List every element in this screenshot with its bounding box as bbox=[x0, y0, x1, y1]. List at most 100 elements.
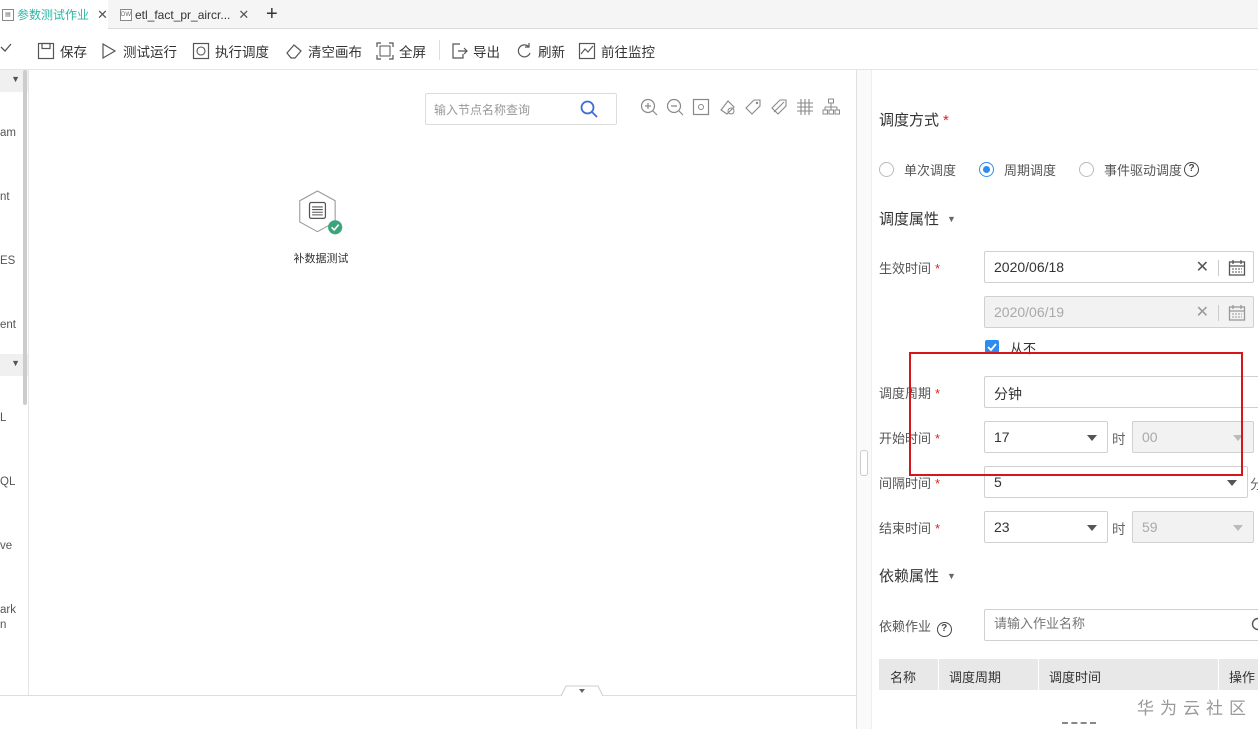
toolbar-divider bbox=[439, 40, 440, 60]
close-icon[interactable]: ✕ bbox=[97, 7, 108, 23]
chevron-down-icon bbox=[1227, 480, 1237, 486]
chevron-down-icon bbox=[1233, 525, 1243, 531]
schedule-period-select[interactable]: 分钟 bbox=[984, 376, 1258, 408]
help-icon[interactable]: ? bbox=[936, 622, 952, 637]
export-button[interactable]: 导出 bbox=[450, 38, 500, 64]
panel-splitter[interactable] bbox=[856, 70, 872, 729]
clear-icon[interactable]: ✕ bbox=[1196, 257, 1209, 277]
job-icon: ▤ bbox=[2, 8, 14, 21]
tab-bar: ▤ 参数测试作业 ✕ DW etl_fact_pr_aircr... ✕ + bbox=[0, 0, 1258, 29]
start-hour-select[interactable]: 17 bbox=[984, 421, 1108, 453]
scrollbar[interactable] bbox=[23, 70, 27, 405]
node-search-box[interactable] bbox=[425, 93, 617, 125]
end-minute-select: 59 bbox=[1132, 511, 1254, 543]
calendar-icon[interactable] bbox=[1228, 259, 1246, 277]
expand-bottom-panel-icon[interactable] bbox=[561, 685, 603, 696]
toolbar: 保存 测试运行 执行调度 清空画布 全屏 导出 刷新 前往监控 bbox=[0, 30, 1258, 70]
test-run-button[interactable]: 测试运行 bbox=[100, 38, 177, 64]
tab-label: etl_fact_pr_aircr... bbox=[135, 7, 231, 22]
library-item[interactable]: ve bbox=[0, 540, 12, 552]
chevron-down-icon bbox=[1233, 435, 1243, 441]
radio-circle-selected bbox=[979, 162, 994, 177]
hierarchy-icon[interactable] bbox=[822, 98, 840, 116]
watermark: 华为云社区 bbox=[1137, 699, 1252, 718]
chevron-down-icon bbox=[1087, 435, 1097, 441]
play-icon bbox=[102, 42, 117, 60]
library-item[interactable]: n bbox=[0, 619, 6, 631]
bottom-panel-border bbox=[0, 695, 856, 696]
tab-parameter-test-job[interactable]: ▤ 参数测试作业 ✕ bbox=[0, 0, 108, 29]
fit-view-icon[interactable] bbox=[692, 98, 710, 116]
chevron-down-icon[interactable] bbox=[0, 41, 12, 55]
save-button[interactable]: 保存 bbox=[37, 38, 87, 64]
dependency-job-input[interactable] bbox=[994, 616, 1234, 631]
dependency-props-header[interactable]: 依赖属性 ▼ bbox=[879, 565, 956, 586]
effective-start-date-picker[interactable]: 2020/06/18 ✕ bbox=[984, 251, 1254, 283]
dependency-job-search[interactable] bbox=[984, 609, 1258, 641]
search-icon[interactable] bbox=[1251, 617, 1258, 633]
refresh-button[interactable]: 刷新 bbox=[515, 38, 565, 64]
canvas[interactable] bbox=[30, 70, 856, 695]
node-library-panel: ▼ am nt ES ent ▼ L QL ve ark n bbox=[0, 70, 29, 695]
never-checkbox[interactable] bbox=[985, 340, 999, 354]
library-item[interactable]: L bbox=[0, 412, 6, 424]
fullscreen-button[interactable]: 全屏 bbox=[376, 38, 426, 64]
add-tab-icon[interactable]: + bbox=[266, 3, 278, 25]
column-header-action[interactable]: 操作 bbox=[1229, 667, 1255, 686]
effective-time-label: 生效时间 * bbox=[879, 261, 941, 276]
search-icon[interactable] bbox=[580, 100, 598, 118]
caret-down-icon: ▼ bbox=[947, 571, 956, 581]
radio-single-schedule[interactable]: 单次调度 bbox=[879, 160, 956, 179]
auto-layout-icon[interactable] bbox=[718, 98, 736, 116]
job-node-icon[interactable] bbox=[298, 188, 344, 240]
library-item[interactable]: am bbox=[0, 127, 16, 139]
node-search-input[interactable] bbox=[434, 100, 574, 120]
hour-unit-label: 时 bbox=[1112, 522, 1126, 537]
radio-circle bbox=[879, 162, 894, 177]
monitor-button[interactable]: 前往监控 bbox=[578, 38, 655, 64]
help-icon[interactable]: ? bbox=[1184, 162, 1200, 177]
radio-circle bbox=[1079, 162, 1094, 177]
column-header-time[interactable]: 调度时间 bbox=[1049, 667, 1101, 686]
grid-icon[interactable] bbox=[796, 98, 814, 116]
highlight-annotation-box bbox=[909, 352, 1243, 476]
library-item[interactable]: QL bbox=[0, 476, 15, 488]
monitor-icon bbox=[578, 42, 596, 60]
interval-select[interactable]: 5 bbox=[984, 466, 1248, 498]
calendar-icon bbox=[1228, 305, 1246, 321]
interval-label: 间隔时间 * bbox=[879, 476, 941, 491]
clear-canvas-button[interactable]: 清空画布 bbox=[285, 38, 362, 64]
radio-periodic-schedule[interactable]: 周期调度 bbox=[979, 160, 1056, 179]
tab-label: 参数测试作业 bbox=[17, 8, 90, 22]
library-item[interactable]: nt bbox=[0, 191, 10, 203]
library-item[interactable]: ark bbox=[0, 604, 16, 616]
schedule-props-header[interactable]: 调度属性 ▼ bbox=[879, 208, 956, 229]
node-label[interactable]: 补数据测试 bbox=[280, 250, 362, 266]
radio-event-schedule[interactable]: 事件驱动调度? bbox=[1079, 160, 1200, 179]
close-icon[interactable]: ✕ bbox=[238, 7, 249, 23]
library-item[interactable]: ent bbox=[0, 319, 16, 331]
column-header-period[interactable]: 调度周期 bbox=[949, 667, 1001, 686]
eraser-icon bbox=[286, 44, 302, 59]
library-item[interactable]: ES bbox=[0, 255, 15, 267]
loading-indicator bbox=[1062, 722, 1096, 726]
tag-off-icon[interactable] bbox=[770, 98, 788, 116]
effective-end-date-picker: 2020/06/19 ✕ bbox=[984, 296, 1254, 328]
end-time-label: 结束时间 * bbox=[879, 521, 941, 536]
start-minute-select: 00 bbox=[1132, 421, 1254, 453]
dependency-table-header: 名称 调度周期 调度时间 操作 bbox=[879, 659, 1258, 690]
fullscreen-icon bbox=[376, 42, 394, 60]
dependency-job-label: 依赖作业 ? bbox=[879, 616, 952, 637]
tab-etl-fact[interactable]: DW etl_fact_pr_aircr... ✕ bbox=[112, 0, 262, 29]
schedule-mode-label: 调度方式 * bbox=[879, 112, 949, 129]
zoom-in-icon[interactable] bbox=[640, 98, 658, 116]
tag-icon[interactable] bbox=[744, 98, 762, 116]
column-header-name[interactable]: 名称 bbox=[890, 667, 916, 686]
schedule-icon bbox=[192, 42, 210, 60]
refresh-icon bbox=[517, 43, 531, 58]
end-hour-select[interactable]: 23 bbox=[984, 511, 1108, 543]
zoom-out-icon[interactable] bbox=[666, 98, 684, 116]
collapse-icon: ▼ bbox=[11, 358, 20, 368]
drag-handle[interactable] bbox=[860, 450, 868, 476]
execute-schedule-button[interactable]: 执行调度 bbox=[192, 38, 269, 64]
